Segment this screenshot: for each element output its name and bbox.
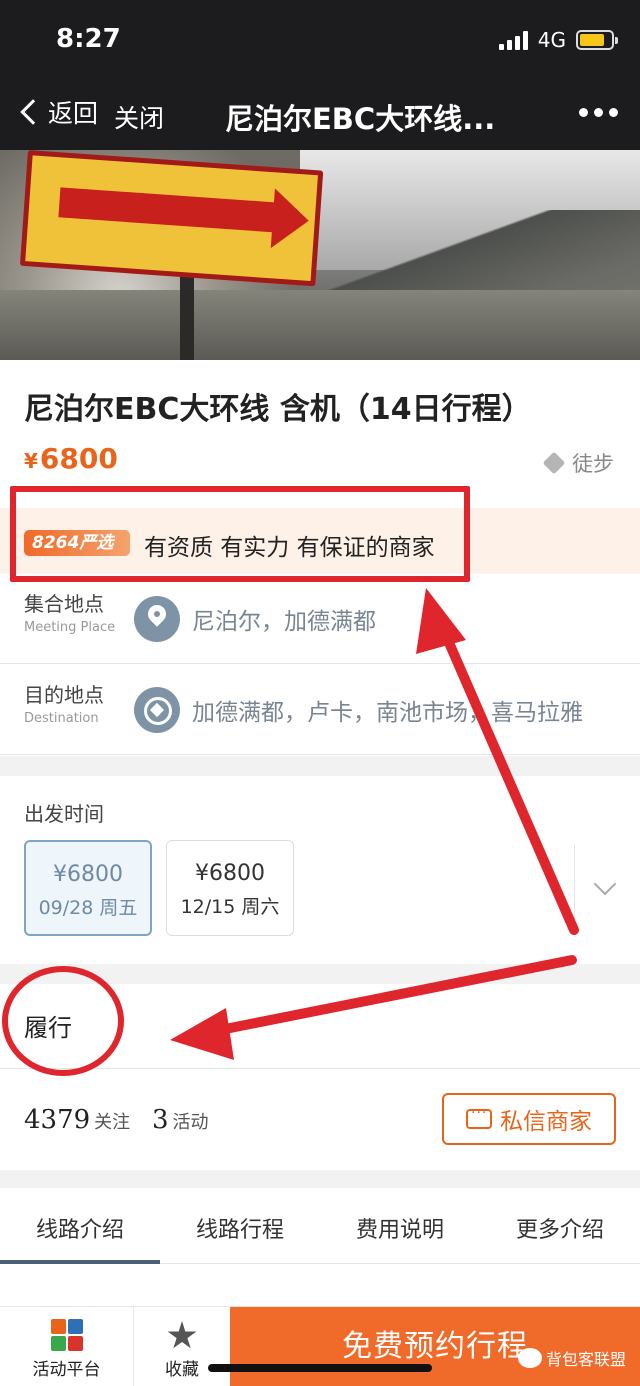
back-button[interactable]: 返回: [18, 94, 98, 130]
location-pin-icon: [134, 596, 180, 642]
departure-price: ¥6800: [53, 862, 123, 887]
platform-grid-icon: [50, 1319, 83, 1351]
battery-icon: [576, 30, 618, 50]
watermark: 背包客联盟: [518, 1346, 626, 1370]
tab-cost-info[interactable]: 费用说明: [320, 1188, 480, 1263]
followers-unit: 关注: [94, 1112, 131, 1133]
page-title: 尼泊尔EBC大环线...: [225, 102, 496, 136]
activity-platform-button[interactable]: 活动平台: [0, 1307, 134, 1386]
watermark-text: 背包客联盟: [546, 1350, 627, 1369]
departure-date: 12/15 周六: [180, 896, 280, 918]
activity-type-tag: 徒步: [542, 448, 614, 478]
more-menu-icon[interactable]: [579, 108, 618, 117]
product-title: 尼泊尔EBC大环线 含机（14日行程）: [24, 392, 532, 427]
chevron-down-icon: [593, 872, 617, 896]
followers-stat: 4379 关注: [24, 1105, 130, 1135]
chevron-left-icon: [20, 99, 46, 125]
tab-route-itinerary[interactable]: 线路行程: [160, 1188, 320, 1263]
section-divider: [0, 756, 640, 776]
departure-date-option[interactable]: ¥6800 12/15 周六: [166, 840, 294, 936]
message-merchant-label: 私信商家: [500, 1109, 592, 1135]
signpost-image: [19, 150, 324, 287]
network-label: 4G: [537, 28, 566, 52]
wechat-icon: [518, 1348, 542, 1368]
expand-dates-button[interactable]: [574, 844, 640, 934]
meeting-place-value: 尼泊尔，加德满都: [192, 609, 376, 635]
detail-tabs: 线路介绍 线路行程 费用说明 更多介绍: [0, 1188, 640, 1264]
departure-price: ¥6800: [195, 861, 265, 886]
tab-more-intro[interactable]: 更多介绍: [480, 1188, 640, 1263]
close-button[interactable]: 关闭: [114, 99, 164, 135]
favorite-button[interactable]: 收藏: [134, 1307, 230, 1386]
tab-route-intro[interactable]: 线路介绍: [0, 1188, 160, 1264]
meeting-place-row: 集合地点 Meeting Place 尼泊尔，加德满都: [0, 574, 640, 664]
annotation-box: [10, 486, 470, 582]
hero-image: [0, 150, 640, 360]
activities-unit: 活动: [172, 1112, 209, 1133]
activities-count: 3: [152, 1105, 169, 1135]
annotation-circle: [2, 966, 124, 1076]
status-bar: 8:27 4G: [0, 0, 640, 80]
activities-stat: 3 活动: [152, 1105, 209, 1135]
followers-count: 4379: [24, 1105, 91, 1135]
annotation-arrowhead-left: [170, 1008, 234, 1060]
price-value: 6800: [39, 442, 118, 475]
destination-label: 目的地点: [24, 683, 104, 707]
home-indicator: [208, 1364, 432, 1372]
destination-row: 目的地点 Destination 加德满都，卢卡，南池市场，喜马拉雅: [0, 665, 640, 755]
destination-value: 加德满都，卢卡，南池市场，喜马拉雅: [192, 700, 583, 726]
status-indicators: 4G: [498, 28, 618, 52]
chat-bubble-icon: [466, 1105, 492, 1129]
departure-label: 出发时间: [24, 802, 104, 826]
signal-icon: [498, 30, 528, 50]
meeting-place-label: 集合地点: [24, 592, 104, 616]
departure-date-option[interactable]: ¥6800 09/28 周五: [24, 840, 152, 936]
departure-date: 09/28 周五: [38, 897, 138, 919]
compass-icon: [134, 687, 180, 733]
product-price: ¥6800: [24, 442, 118, 475]
activity-platform-label: 活动平台: [32, 1360, 101, 1380]
section-divider: [0, 1170, 640, 1188]
merchant-stats: 4379关注 3活动 私信商家: [0, 1068, 640, 1172]
price-currency: ¥: [24, 449, 38, 473]
star-icon: [167, 1321, 197, 1349]
nav-bar: 返回 关闭 尼泊尔EBC大环线...: [0, 80, 640, 150]
activity-type-label: 徒步: [572, 452, 614, 476]
cube-icon: [542, 451, 566, 475]
destination-sublabel: Destination: [24, 711, 99, 726]
message-merchant-button[interactable]: 私信商家: [442, 1093, 616, 1145]
back-label: 返回: [48, 99, 99, 128]
status-time: 8:27: [56, 24, 121, 54]
meeting-place-sublabel: Meeting Place: [24, 620, 116, 635]
